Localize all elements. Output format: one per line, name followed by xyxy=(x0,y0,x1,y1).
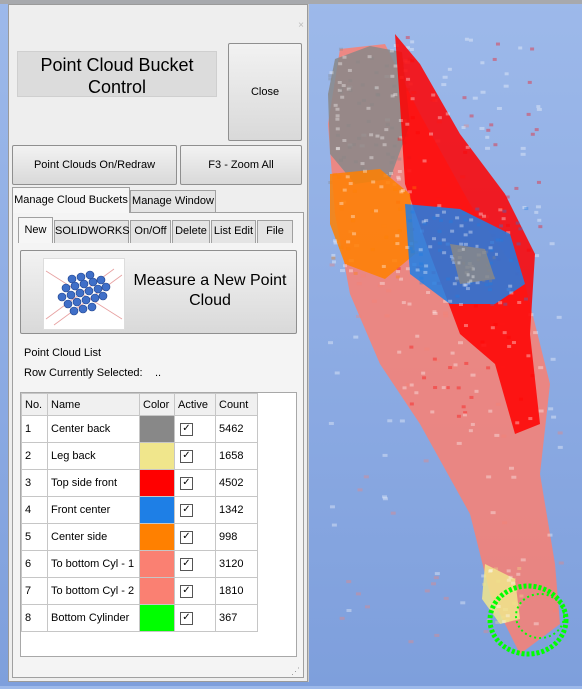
cell-count: 367 xyxy=(215,604,258,632)
row-selected-value: .. xyxy=(155,367,162,379)
checkbox-checked-icon[interactable]: ✓ xyxy=(180,585,193,598)
cell-color[interactable] xyxy=(139,577,175,605)
point-clouds-redraw-button[interactable]: Point Clouds On/Redraw xyxy=(12,145,177,185)
point-cloud-bucket-panel: × Point Cloud Bucket Control Close Point… xyxy=(8,4,308,682)
column-header-name[interactable]: Name xyxy=(47,393,140,416)
3d-viewport[interactable] xyxy=(310,4,582,686)
measure-button-label: Measure a New Point Cloud xyxy=(133,272,287,309)
cell-name[interactable]: Bottom Cylinder xyxy=(47,604,140,632)
cell-no: 3 xyxy=(21,469,48,497)
cell-name[interactable]: Center side xyxy=(47,523,140,551)
cell-name[interactable]: To bottom Cyl - 2 xyxy=(47,577,140,605)
cell-name[interactable]: Top side front xyxy=(47,469,140,497)
color-swatch[interactable] xyxy=(140,443,174,469)
checkbox-checked-icon[interactable]: ✓ xyxy=(180,531,193,544)
cell-count: 998 xyxy=(215,523,258,551)
subtab-on-off[interactable]: On/Off xyxy=(130,220,171,243)
color-swatch[interactable] xyxy=(140,605,174,631)
cell-color[interactable] xyxy=(139,604,175,632)
subtab-solidworks[interactable]: SOLIDWORKS xyxy=(54,220,130,243)
point-cloud-table: No. Name Color Active Count 1 Center back… xyxy=(20,392,297,657)
cell-color[interactable] xyxy=(139,442,175,470)
cell-count: 3120 xyxy=(215,550,258,578)
table-row[interactable]: 3 Top side front ✓ 4502 xyxy=(21,469,258,497)
cell-active[interactable]: ✓ xyxy=(174,415,216,443)
cell-active[interactable]: ✓ xyxy=(174,577,216,605)
cell-active[interactable]: ✓ xyxy=(174,523,216,551)
point-cloud-render xyxy=(328,34,569,657)
point-cloud-icon xyxy=(43,258,125,330)
cell-no: 5 xyxy=(21,523,48,551)
cell-no: 4 xyxy=(21,496,48,524)
cell-color[interactable] xyxy=(139,550,175,578)
color-swatch[interactable] xyxy=(140,470,174,496)
tab-manage-window[interactable]: Manage Window xyxy=(130,190,216,213)
color-swatch[interactable] xyxy=(140,497,174,523)
measure-new-point-cloud-button[interactable]: Measure a New Point Cloud xyxy=(20,250,297,334)
subtab-list-edit[interactable]: List Edit xyxy=(211,220,256,243)
cell-count: 5462 xyxy=(215,415,258,443)
subtab-delete[interactable]: Delete xyxy=(172,220,210,243)
checkbox-checked-icon[interactable]: ✓ xyxy=(180,423,193,436)
cell-name[interactable]: To bottom Cyl - 1 xyxy=(47,550,140,578)
cell-active[interactable]: ✓ xyxy=(174,442,216,470)
panel-title: Point Cloud Bucket Control xyxy=(17,51,217,97)
zoom-all-button[interactable]: F3 - Zoom All xyxy=(180,145,302,185)
checkbox-checked-icon[interactable]: ✓ xyxy=(180,477,193,490)
row-selected-label: Row Currently Selected: xyxy=(24,367,143,379)
cell-no: 6 xyxy=(21,550,48,578)
cell-color[interactable] xyxy=(139,523,175,551)
cell-color[interactable] xyxy=(139,415,175,443)
subtab-file[interactable]: File xyxy=(257,220,293,243)
cell-count: 4502 xyxy=(215,469,258,497)
table-header-row: No. Name Color Active Count xyxy=(21,393,258,416)
cell-no: 7 xyxy=(21,577,48,605)
close-button[interactable]: Close xyxy=(228,43,302,141)
table-row[interactable]: 7 To bottom Cyl - 2 ✓ 1810 xyxy=(21,577,258,605)
cell-active[interactable]: ✓ xyxy=(174,469,216,497)
cell-color[interactable] xyxy=(139,496,175,524)
table-row[interactable]: 1 Center back ✓ 5462 xyxy=(21,415,258,443)
table-row[interactable]: 4 Front center ✓ 1342 xyxy=(21,496,258,524)
cell-active[interactable]: ✓ xyxy=(174,496,216,524)
cell-count: 1342 xyxy=(215,496,258,524)
checkbox-checked-icon[interactable]: ✓ xyxy=(180,450,193,463)
cell-count: 1658 xyxy=(215,442,258,470)
cell-active[interactable]: ✓ xyxy=(174,604,216,632)
close-icon[interactable]: × xyxy=(294,19,308,33)
color-swatch[interactable] xyxy=(140,524,174,550)
table-row[interactable]: 5 Center side ✓ 998 xyxy=(21,523,258,551)
cell-color[interactable] xyxy=(139,469,175,497)
point-cloud-list-title: Point Cloud List xyxy=(24,347,102,359)
table-row[interactable]: 8 Bottom Cylinder ✓ 367 xyxy=(21,604,258,632)
column-header-no[interactable]: No. xyxy=(21,393,48,416)
color-swatch[interactable] xyxy=(140,551,174,577)
table-row[interactable]: 2 Leg back ✓ 1658 xyxy=(21,442,258,470)
column-header-color[interactable]: Color xyxy=(139,393,175,416)
color-swatch[interactable] xyxy=(140,416,174,442)
checkbox-checked-icon[interactable]: ✓ xyxy=(180,558,193,571)
cell-name[interactable]: Center back xyxy=(47,415,140,443)
column-header-count[interactable]: Count xyxy=(215,393,258,416)
checkbox-checked-icon[interactable]: ✓ xyxy=(180,504,193,517)
cell-name[interactable]: Front center xyxy=(47,496,140,524)
column-header-active[interactable]: Active xyxy=(174,393,216,416)
cell-active[interactable]: ✓ xyxy=(174,550,216,578)
table-row[interactable]: 6 To bottom Cyl - 1 ✓ 3120 xyxy=(21,550,258,578)
checkbox-checked-icon[interactable]: ✓ xyxy=(180,612,193,625)
tab-manage-cloud-buckets[interactable]: Manage Cloud Buckets xyxy=(12,187,130,213)
cell-no: 1 xyxy=(21,415,48,443)
cell-name[interactable]: Leg back xyxy=(47,442,140,470)
resize-grip-icon[interactable]: ⋰ xyxy=(291,665,303,677)
subtab-new[interactable]: New xyxy=(18,217,53,243)
color-swatch[interactable] xyxy=(140,578,174,604)
cell-no: 2 xyxy=(21,442,48,470)
cell-count: 1810 xyxy=(215,577,258,605)
cell-no: 8 xyxy=(21,604,48,632)
